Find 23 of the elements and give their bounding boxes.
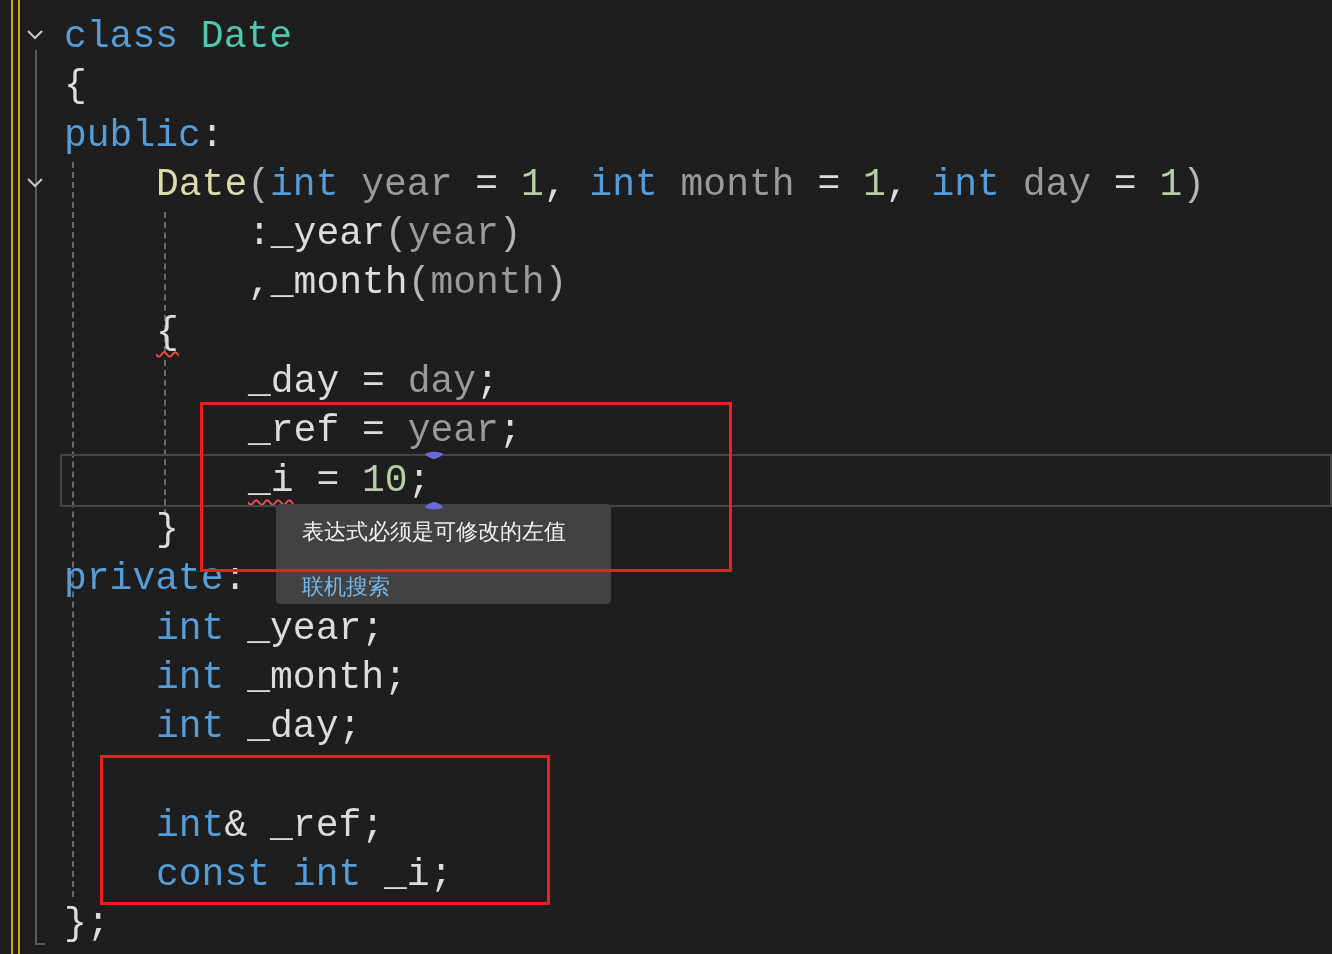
- code-line: ,_month(month): [248, 264, 568, 303]
- code-line: _i = 10;: [248, 461, 431, 500]
- code-line: public:: [64, 116, 224, 155]
- code-line: :_year(year): [248, 215, 522, 254]
- code-line: class Date: [64, 17, 293, 56]
- code-line: int& _ref;: [156, 806, 385, 845]
- search-online-link[interactable]: 联机搜索: [302, 574, 390, 600]
- handle-icon[interactable]: [424, 451, 444, 460]
- code-line: {: [64, 67, 87, 106]
- code-line: _ref = year;: [248, 412, 522, 451]
- code-line: int _month;: [156, 658, 407, 697]
- code-line: int _year;: [156, 609, 385, 648]
- code-line: };: [64, 905, 110, 944]
- error-message: 表达式必须是可修改的左值: [302, 518, 567, 546]
- code-line: }: [156, 510, 179, 549]
- chevron-icon[interactable]: [26, 175, 44, 190]
- code-line: {: [156, 313, 179, 352]
- code-line: _day = day;: [248, 363, 499, 402]
- handle-icon[interactable]: [424, 501, 444, 510]
- code-line: int _day;: [156, 708, 362, 747]
- chevron-icon[interactable]: [26, 28, 44, 42]
- code-line: const int _i;: [156, 856, 453, 894]
- code-line: Date(int year = 1, int month = 1, int day = 1): [156, 165, 1206, 204]
